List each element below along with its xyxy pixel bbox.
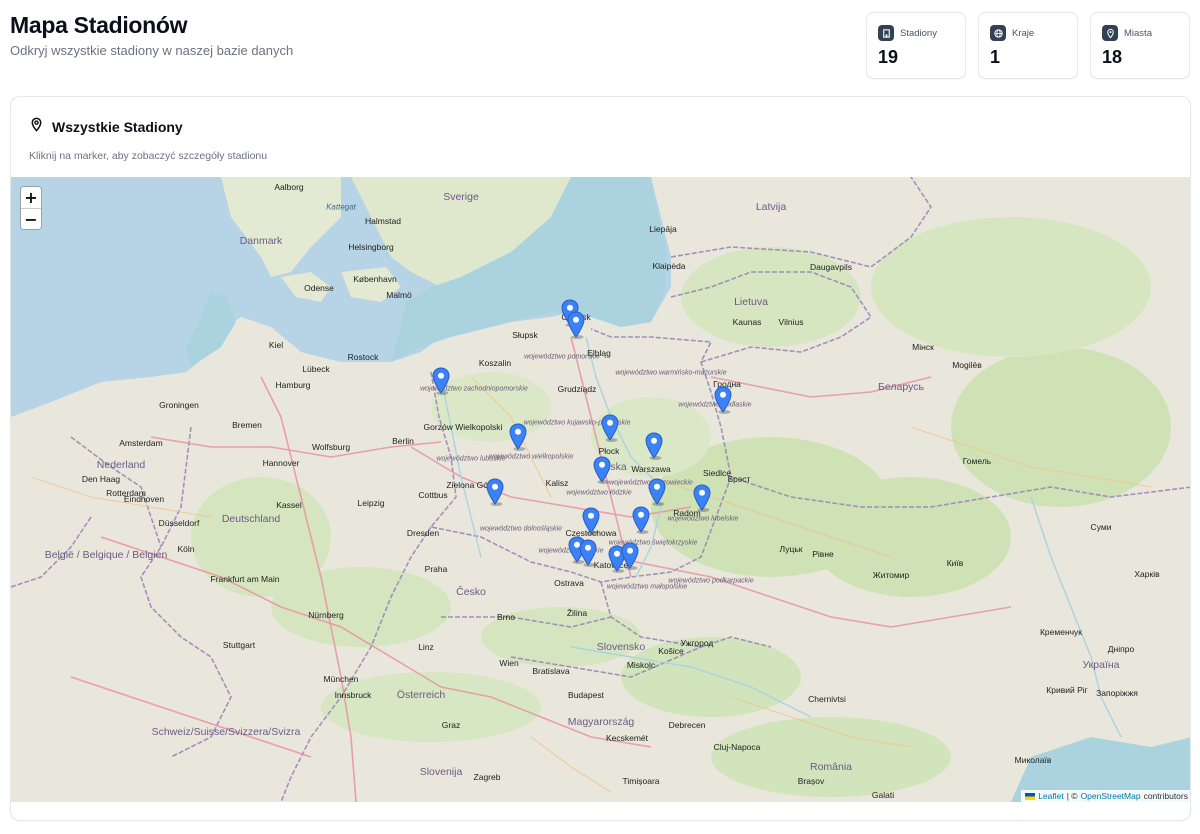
stat-value: 18 xyxy=(1102,47,1123,67)
map-attribution: Leaflet | © OpenStreetMap contributors xyxy=(1021,790,1190,802)
stadium-marker[interactable] xyxy=(645,432,664,460)
zoom-in-button[interactable]: + xyxy=(21,187,41,208)
building-icon xyxy=(878,25,894,41)
openstreetmap-link[interactable]: OpenStreetMap xyxy=(1081,791,1141,801)
stadium-marker[interactable] xyxy=(693,484,712,512)
stadium-marker[interactable] xyxy=(601,414,620,442)
zoom-out-button[interactable]: − xyxy=(21,208,41,229)
card-header: Wszystkie Stadiony Kliknij na marker, ab… xyxy=(11,97,1190,177)
stadium-marker[interactable] xyxy=(432,367,451,395)
stat-value: 1 xyxy=(990,47,1001,67)
zoom-control: + − xyxy=(20,186,42,230)
stat-label: Miasta xyxy=(1124,27,1152,39)
stadium-marker[interactable] xyxy=(632,506,651,534)
card-description: Kliknij na marker, aby zobaczyć szczegół… xyxy=(29,150,268,162)
page-header: Mapa Stadionów Odkryj wszystkie stadiony… xyxy=(10,12,293,58)
card-title: Wszystkie Stadiony xyxy=(52,119,183,135)
stadium-map[interactable]: Danmark Deutschland Nederland België / B… xyxy=(11,177,1191,802)
stadium-marker[interactable] xyxy=(621,542,640,570)
map-card: Wszystkie Stadiony Kliknij na marker, ab… xyxy=(10,96,1191,821)
stat-value: 19 xyxy=(878,47,899,67)
stat-label: Kraje xyxy=(1012,27,1035,39)
stadium-marker[interactable] xyxy=(567,311,586,339)
stadium-marker[interactable] xyxy=(509,423,528,451)
stat-label: Stadiony xyxy=(900,27,937,39)
attribution-separator: | © xyxy=(1066,791,1078,801)
leaflet-link[interactable]: Leaflet xyxy=(1038,791,1064,801)
stadium-marker[interactable] xyxy=(486,478,505,506)
stadium-marker[interactable] xyxy=(593,456,612,484)
attribution-text: contributors xyxy=(1143,791,1188,801)
stats-bar: Stadiony 19 Kraje 1 Miasta 18 xyxy=(866,12,1190,79)
map-pin-icon xyxy=(29,117,44,137)
stat-card-stadiums: Stadiony 19 xyxy=(866,12,966,79)
stadium-marker[interactable] xyxy=(579,539,598,567)
globe-icon xyxy=(990,25,1006,41)
map-pin-icon xyxy=(1102,25,1118,41)
stadium-marker[interactable] xyxy=(648,478,667,506)
stadium-marker[interactable] xyxy=(582,507,601,535)
page-title: Mapa Stadionów xyxy=(10,12,188,38)
stat-card-countries: Kraje 1 xyxy=(978,12,1078,79)
map-tiles[interactable] xyxy=(11,177,1191,802)
ukraine-flag-icon xyxy=(1025,792,1036,800)
stat-card-cities: Miasta 18 xyxy=(1090,12,1190,79)
stadium-marker[interactable] xyxy=(714,386,733,414)
page-subtitle: Odkryj wszystkie stadiony w naszej bazie… xyxy=(10,43,294,58)
